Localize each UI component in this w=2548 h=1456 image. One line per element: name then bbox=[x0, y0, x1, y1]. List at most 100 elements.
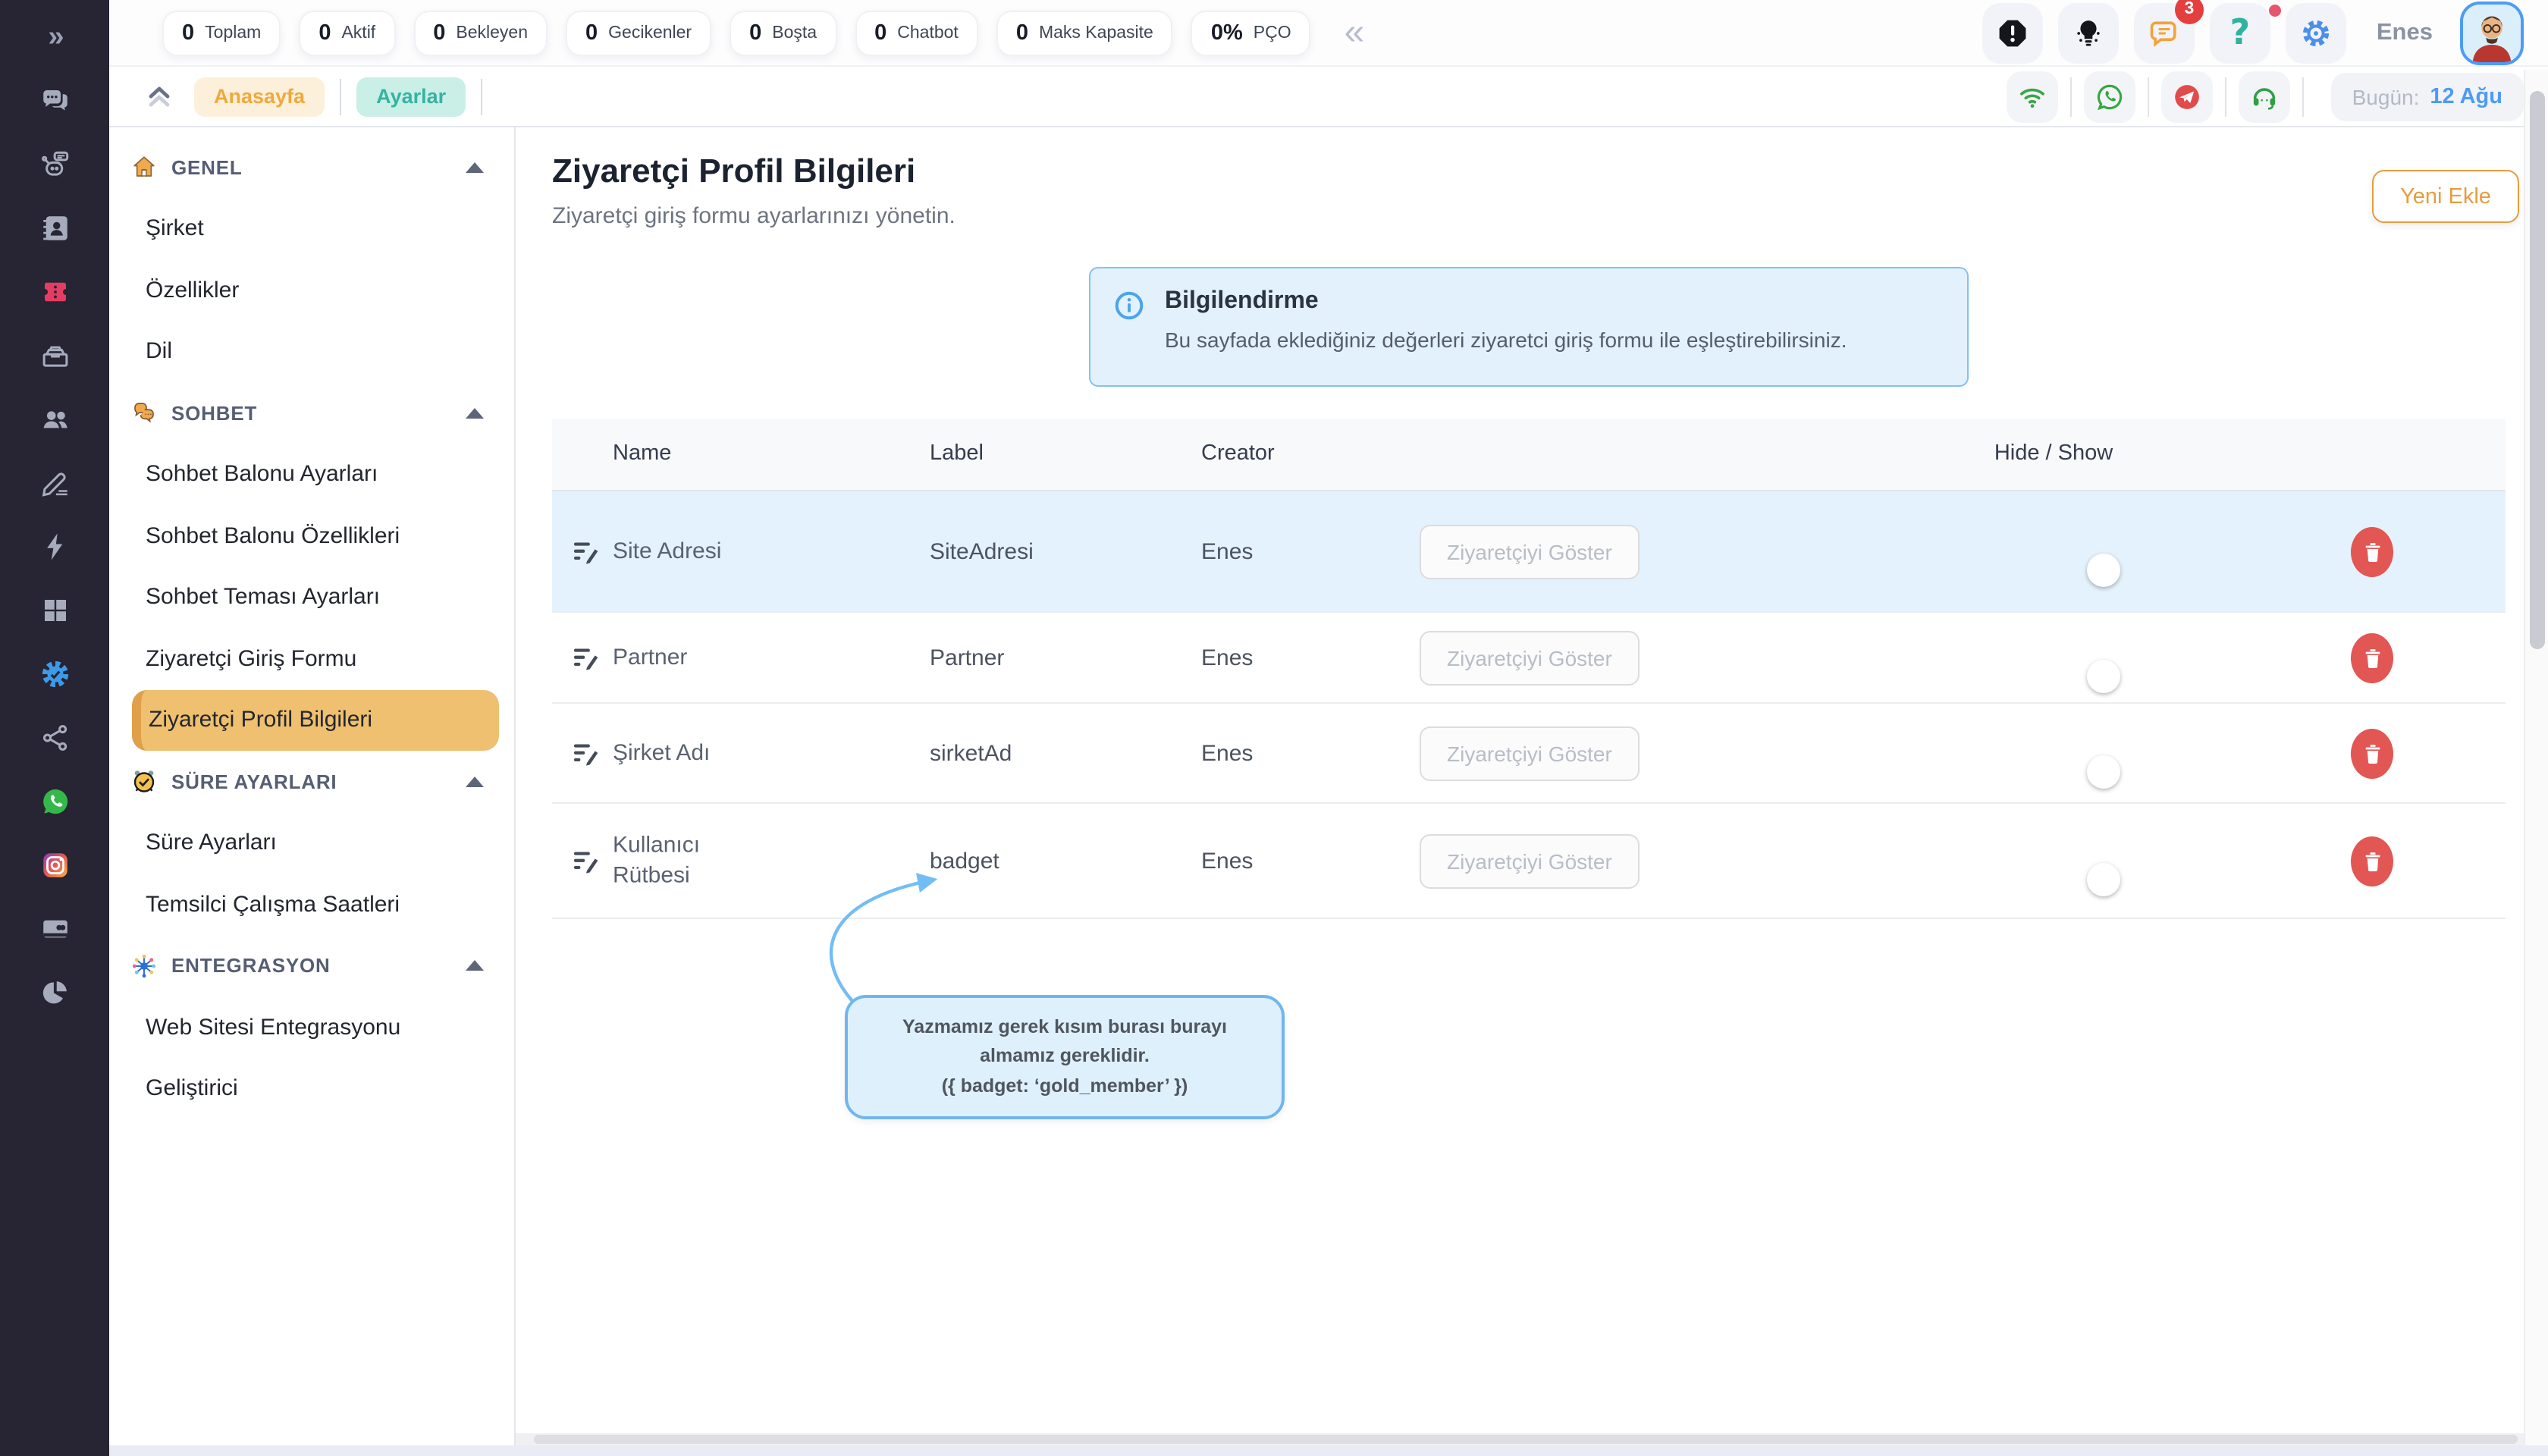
sidebar-item[interactable]: Şirket bbox=[109, 198, 514, 259]
horizontal-scrollbar-thumb[interactable] bbox=[534, 1435, 2518, 1444]
show-visitor-button[interactable]: Ziyaretçiyi Göster bbox=[1420, 630, 1640, 685]
delete-button[interactable] bbox=[2351, 632, 2393, 682]
settings-button[interactable] bbox=[2286, 2, 2346, 63]
sidebar-item[interactable]: Sohbet Balonu Özellikleri bbox=[109, 505, 514, 566]
messages-button[interactable]: 3 bbox=[2134, 2, 2195, 63]
tab-separator bbox=[481, 78, 482, 115]
horizontal-scrollbar[interactable] bbox=[516, 1433, 2524, 1445]
settings-icon[interactable] bbox=[38, 658, 71, 690]
connection-status-icon[interactable] bbox=[2007, 71, 2058, 122]
instagram-icon[interactable] bbox=[38, 849, 71, 881]
collapse-caret-icon[interactable] bbox=[466, 777, 484, 787]
sidebar-item[interactable]: Süre Ayarları bbox=[109, 812, 514, 874]
archive-icon[interactable] bbox=[38, 340, 71, 372]
delete-button[interactable] bbox=[2351, 526, 2393, 576]
sidebar-item[interactable]: Dil bbox=[109, 321, 514, 382]
table-header: Name Label Creator Hide / Show bbox=[552, 419, 2506, 491]
help-button[interactable]: ? bbox=[2210, 2, 2270, 63]
show-visitor-button[interactable]: Ziyaretçiyi Göster bbox=[1420, 524, 1640, 579]
field-edit-icon[interactable] bbox=[570, 642, 601, 673]
sidebar-item[interactable]: Web Sitesi Entegrasyonu bbox=[109, 996, 514, 1058]
vertical-scrollbar-thumb[interactable] bbox=[2530, 91, 2545, 649]
stat-pill: 0% PÇO bbox=[1191, 10, 1311, 55]
user-avatar[interactable] bbox=[2460, 1, 2524, 64]
field-label: sirketAd bbox=[930, 740, 1012, 766]
delete-button[interactable] bbox=[2351, 728, 2393, 778]
col-header-hide-show: Hide / Show bbox=[1955, 441, 2152, 466]
telegram-channel-icon[interactable] bbox=[2161, 71, 2213, 122]
field-edit-icon[interactable] bbox=[570, 846, 601, 876]
add-new-button[interactable]: Yeni Ekle bbox=[2372, 170, 2519, 223]
stat-value: 0 bbox=[433, 20, 445, 45]
whatsapp-channel-icon[interactable] bbox=[2084, 71, 2135, 122]
tab-ayarlar[interactable]: Ayarlar bbox=[356, 77, 466, 116]
help-dot bbox=[2269, 4, 2281, 16]
table-row: Kullanıcı Rütbesi badget Enes Ziyaretçiy… bbox=[552, 804, 2506, 919]
sidebar-item[interactable]: Temsilci Çalışma Saatleri bbox=[109, 874, 514, 935]
stat-pill: 0 Gecikenler bbox=[566, 10, 711, 55]
settings-sidebar: GENEL ŞirketÖzelliklerDil SOHBET Sohbet … bbox=[109, 127, 516, 1447]
sidebar-item[interactable]: Sohbet Teması Ayarları bbox=[109, 566, 514, 628]
collapse-caret-icon[interactable] bbox=[466, 162, 484, 173]
info-callout: Bilgilendirme Bu sayfada eklediğiniz değ… bbox=[1089, 267, 1969, 387]
sidebar-item[interactable]: Ziyaretçi Giriş Formu bbox=[109, 628, 514, 689]
ideas-button[interactable] bbox=[2058, 2, 2119, 63]
stat-label: PÇO bbox=[1254, 24, 1291, 42]
collapse-caret-icon[interactable] bbox=[466, 961, 484, 971]
bottom-strip bbox=[109, 1445, 2548, 1456]
delete-button[interactable] bbox=[2351, 836, 2393, 886]
sidebar-section-genel[interactable]: GENEL bbox=[109, 136, 514, 198]
field-edit-icon[interactable] bbox=[570, 536, 601, 566]
sidebar-item[interactable]: Geliştirici bbox=[109, 1058, 514, 1119]
apps-icon[interactable] bbox=[38, 595, 71, 626]
field-name: Kullanıcı Rütbesi bbox=[613, 830, 731, 892]
stat-value: 0 bbox=[585, 20, 598, 45]
trash-icon bbox=[2361, 849, 2383, 872]
topbar-actions: 3 ? Enes bbox=[1982, 1, 2524, 64]
field-creator: Enes bbox=[1201, 538, 1253, 564]
trash-icon bbox=[2361, 646, 2383, 669]
sidebar-item[interactable]: Özellikler bbox=[109, 259, 514, 321]
profile-fields-table: Name Label Creator Hide / Show Site Adre… bbox=[552, 419, 2506, 919]
collapse-tabs-icon[interactable] bbox=[143, 80, 176, 113]
collapse-stats-icon[interactable]: « bbox=[1345, 18, 1365, 47]
stats-pills: 0 Toplam 0 Aktif 0 Bekleyen 0 Gecikenler… bbox=[162, 10, 1311, 55]
info-body: Bu sayfada eklediğiniz değerleri ziyaret… bbox=[1165, 328, 1847, 352]
support-headset-icon[interactable] bbox=[2239, 71, 2290, 122]
sidebar-section-sohbet[interactable]: SOHBET bbox=[109, 382, 514, 444]
show-visitor-button[interactable]: Ziyaretçiyi Göster bbox=[1420, 833, 1640, 888]
payment-card-icon[interactable] bbox=[38, 913, 71, 945]
page-subtitle: Ziyaretçi giriş formu ayarlarınızı yönet… bbox=[552, 203, 956, 229]
home-icon bbox=[130, 154, 158, 181]
info-icon bbox=[1113, 290, 1145, 322]
reports-icon[interactable] bbox=[38, 977, 71, 1009]
chatbot-icon[interactable] bbox=[38, 149, 71, 180]
share-icon[interactable] bbox=[38, 722, 71, 754]
alerts-button[interactable] bbox=[1982, 2, 2043, 63]
separator bbox=[2225, 77, 2226, 116]
section-title: GENEL bbox=[171, 156, 243, 179]
field-edit-icon[interactable] bbox=[570, 738, 601, 768]
automation-icon[interactable] bbox=[38, 531, 71, 563]
sidebar-section-sure[interactable]: SÜRE AYARLARI bbox=[109, 751, 514, 812]
ticket-icon[interactable] bbox=[38, 276, 71, 308]
expand-rail-icon[interactable]: » bbox=[38, 21, 71, 53]
chat-bubbles-icon[interactable] bbox=[38, 85, 71, 117]
team-icon[interactable] bbox=[38, 403, 71, 435]
collapse-caret-icon[interactable] bbox=[466, 408, 484, 419]
sidebar-item[interactable]: Sohbet Balonu Ayarları bbox=[109, 444, 514, 505]
field-name: Partner bbox=[613, 642, 731, 673]
sidebar-item[interactable]: Ziyaretçi Profil Bilgileri bbox=[132, 689, 499, 751]
breadcrumb-bar: Anasayfa Ayarlar Bugün: 12 Ağu bbox=[109, 67, 2548, 127]
compose-icon[interactable] bbox=[38, 467, 71, 499]
show-visitor-button[interactable]: Ziyaretçiyi Göster bbox=[1420, 726, 1640, 780]
contact-book-icon[interactable] bbox=[38, 212, 71, 244]
whatsapp-icon[interactable] bbox=[38, 786, 71, 817]
sure-items: Süre AyarlarıTemsilci Çalışma Saatleri bbox=[109, 812, 514, 935]
sidebar-section-entegrasyon[interactable]: ENTEGRASYON bbox=[109, 935, 514, 996]
vertical-scrollbar[interactable] bbox=[2524, 70, 2548, 1456]
tab-anasayfa[interactable]: Anasayfa bbox=[194, 77, 325, 116]
field-creator: Enes bbox=[1201, 740, 1253, 766]
messages-badge: 3 bbox=[2175, 0, 2204, 24]
toggle-knob bbox=[2087, 755, 2120, 788]
